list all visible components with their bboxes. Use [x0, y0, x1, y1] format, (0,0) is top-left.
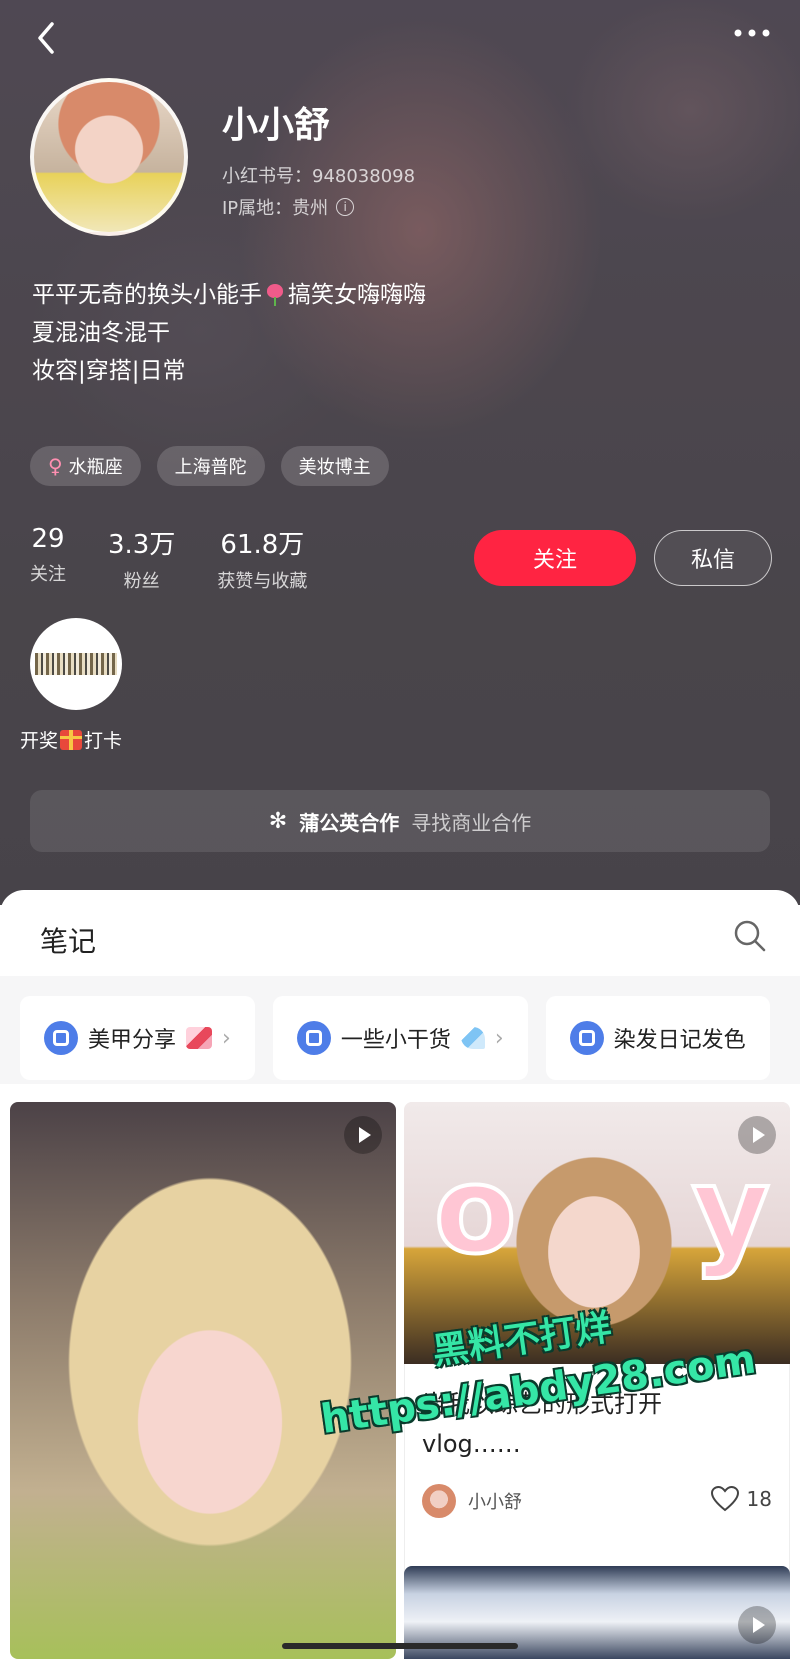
- author-name: 小小舒: [468, 1492, 522, 1513]
- collection-item[interactable]: 美甲分享 ›: [20, 996, 255, 1080]
- cover-text: y: [690, 1140, 772, 1283]
- profile-stats: 29 关注 3.3万 粉丝 61.8万 获赞与收藏: [30, 524, 307, 593]
- user-id[interactable]: 小红书号：948038098: [222, 162, 415, 188]
- stat-likes-collects[interactable]: 61.8万 获赞与收藏: [217, 524, 307, 593]
- collection-item[interactable]: 染发日记发色: [545, 996, 770, 1080]
- bio-line-2: 夏混油冬混干: [32, 320, 170, 346]
- more-button[interactable]: [730, 18, 774, 48]
- play-icon: [738, 1606, 776, 1644]
- stat-value: 3.3万: [108, 530, 176, 560]
- collection-icon: [296, 1021, 331, 1055]
- cooperation-banner[interactable]: ✻ 蒲公英合作 寻找商业合作: [30, 790, 770, 852]
- highlight-thumbnail: [35, 653, 117, 675]
- ip-location-text: IP属地：贵州: [222, 198, 329, 219]
- chevron-left-icon: [38, 22, 54, 54]
- collection-label: 一些小干货: [340, 1028, 451, 1053]
- stat-value: 29: [31, 524, 65, 554]
- stat-label: 获赞与收藏: [217, 571, 308, 592]
- collections-row: 美甲分享 › 一些小干货 › 染发日记发色: [20, 996, 770, 1080]
- ip-location: IP属地：贵州 i: [222, 194, 355, 220]
- home-indicator[interactable]: [282, 1643, 518, 1649]
- collection-label: 染发日记发色: [613, 1028, 746, 1053]
- bio-line-1: 平平无奇的换头小能手 搞笑女嗨嗨嗨: [32, 276, 426, 314]
- info-icon[interactable]: i: [336, 198, 355, 216]
- bio-text: 搞笑女嗨嗨嗨: [288, 282, 426, 308]
- dandelion-icon: ✻: [268, 808, 288, 834]
- message-button[interactable]: 私信: [654, 530, 772, 586]
- tag-category[interactable]: 美妆博主: [280, 446, 389, 486]
- follow-button[interactable]: 关注: [474, 530, 636, 586]
- profile-header: 小小舒 小红书号：948038098 IP属地：贵州 i 平平无奇的换头小能手 …: [0, 0, 800, 905]
- bio: 平平无奇的换头小能手 搞笑女嗨嗨嗨 夏混油冬混干 妆容|穿搭|日常: [32, 276, 426, 390]
- tag-label: 水瓶座: [68, 457, 123, 478]
- like-button[interactable]: 18: [710, 1486, 772, 1512]
- collection-label: 美甲分享: [88, 1028, 177, 1053]
- back-button[interactable]: [28, 18, 68, 58]
- comet-emoji-icon: [460, 1027, 485, 1049]
- user-name: 小小舒: [222, 105, 331, 146]
- tag-zodiac[interactable]: ♀ 水瓶座: [30, 446, 141, 486]
- search-icon: [734, 920, 766, 952]
- more-dots-icon: [734, 29, 770, 37]
- collection-icon: [569, 1021, 604, 1055]
- notes-sheet: 笔记 美甲分享 › 一些小干货 › 染发日记发色 o y 当我以综艺的形式打开 …: [0, 890, 800, 1659]
- nail-polish-emoji-icon: [186, 1027, 213, 1049]
- search-button[interactable]: [732, 918, 768, 954]
- author-avatar: [422, 1484, 456, 1518]
- highlight-label[interactable]: 开奖 打卡: [20, 726, 122, 753]
- chevron-right-icon: ›: [222, 1025, 231, 1051]
- heart-icon: [710, 1486, 739, 1512]
- stat-value: 61.8万: [220, 530, 305, 560]
- note-author[interactable]: 小小舒: [422, 1484, 522, 1518]
- avatar[interactable]: [30, 78, 188, 236]
- stat-label: 关注: [30, 564, 66, 585]
- note-title-line: vlog……: [422, 1430, 521, 1458]
- tag-label: 上海普陀: [174, 457, 247, 478]
- collection-icon: [44, 1021, 78, 1055]
- stat-following[interactable]: 29 关注: [30, 524, 66, 593]
- coop-subtitle: 寻找商业合作: [411, 810, 532, 835]
- coop-title: 蒲公英合作: [299, 810, 400, 835]
- play-icon: [344, 1116, 382, 1154]
- chevron-right-icon: ›: [494, 1025, 504, 1051]
- stat-label: 粉丝: [123, 571, 160, 592]
- like-count: 18: [746, 1487, 772, 1511]
- bio-line-3: 妆容|穿搭|日常: [32, 358, 186, 384]
- highlight-label-text: 打卡: [84, 730, 123, 752]
- stat-followers[interactable]: 3.3万 粉丝: [108, 524, 175, 593]
- profile-tags: ♀ 水瓶座 上海普陀 美妆博主: [30, 446, 389, 486]
- bio-text: 平平无奇的换头小能手: [32, 282, 262, 308]
- cover-text: o: [432, 1140, 518, 1283]
- highlight-cover[interactable]: [30, 618, 122, 710]
- tulip-emoji-icon: [266, 284, 284, 306]
- tag-label: 美妆博主: [298, 457, 371, 478]
- gift-icon: [60, 729, 83, 750]
- female-icon: ♀: [48, 454, 63, 478]
- collection-item[interactable]: 一些小干货 ›: [272, 996, 528, 1080]
- notes-tab[interactable]: 笔记: [40, 920, 96, 960]
- tag-location[interactable]: 上海普陀: [156, 446, 265, 486]
- highlight-label-text: 开奖: [20, 730, 59, 752]
- play-icon: [738, 1116, 776, 1154]
